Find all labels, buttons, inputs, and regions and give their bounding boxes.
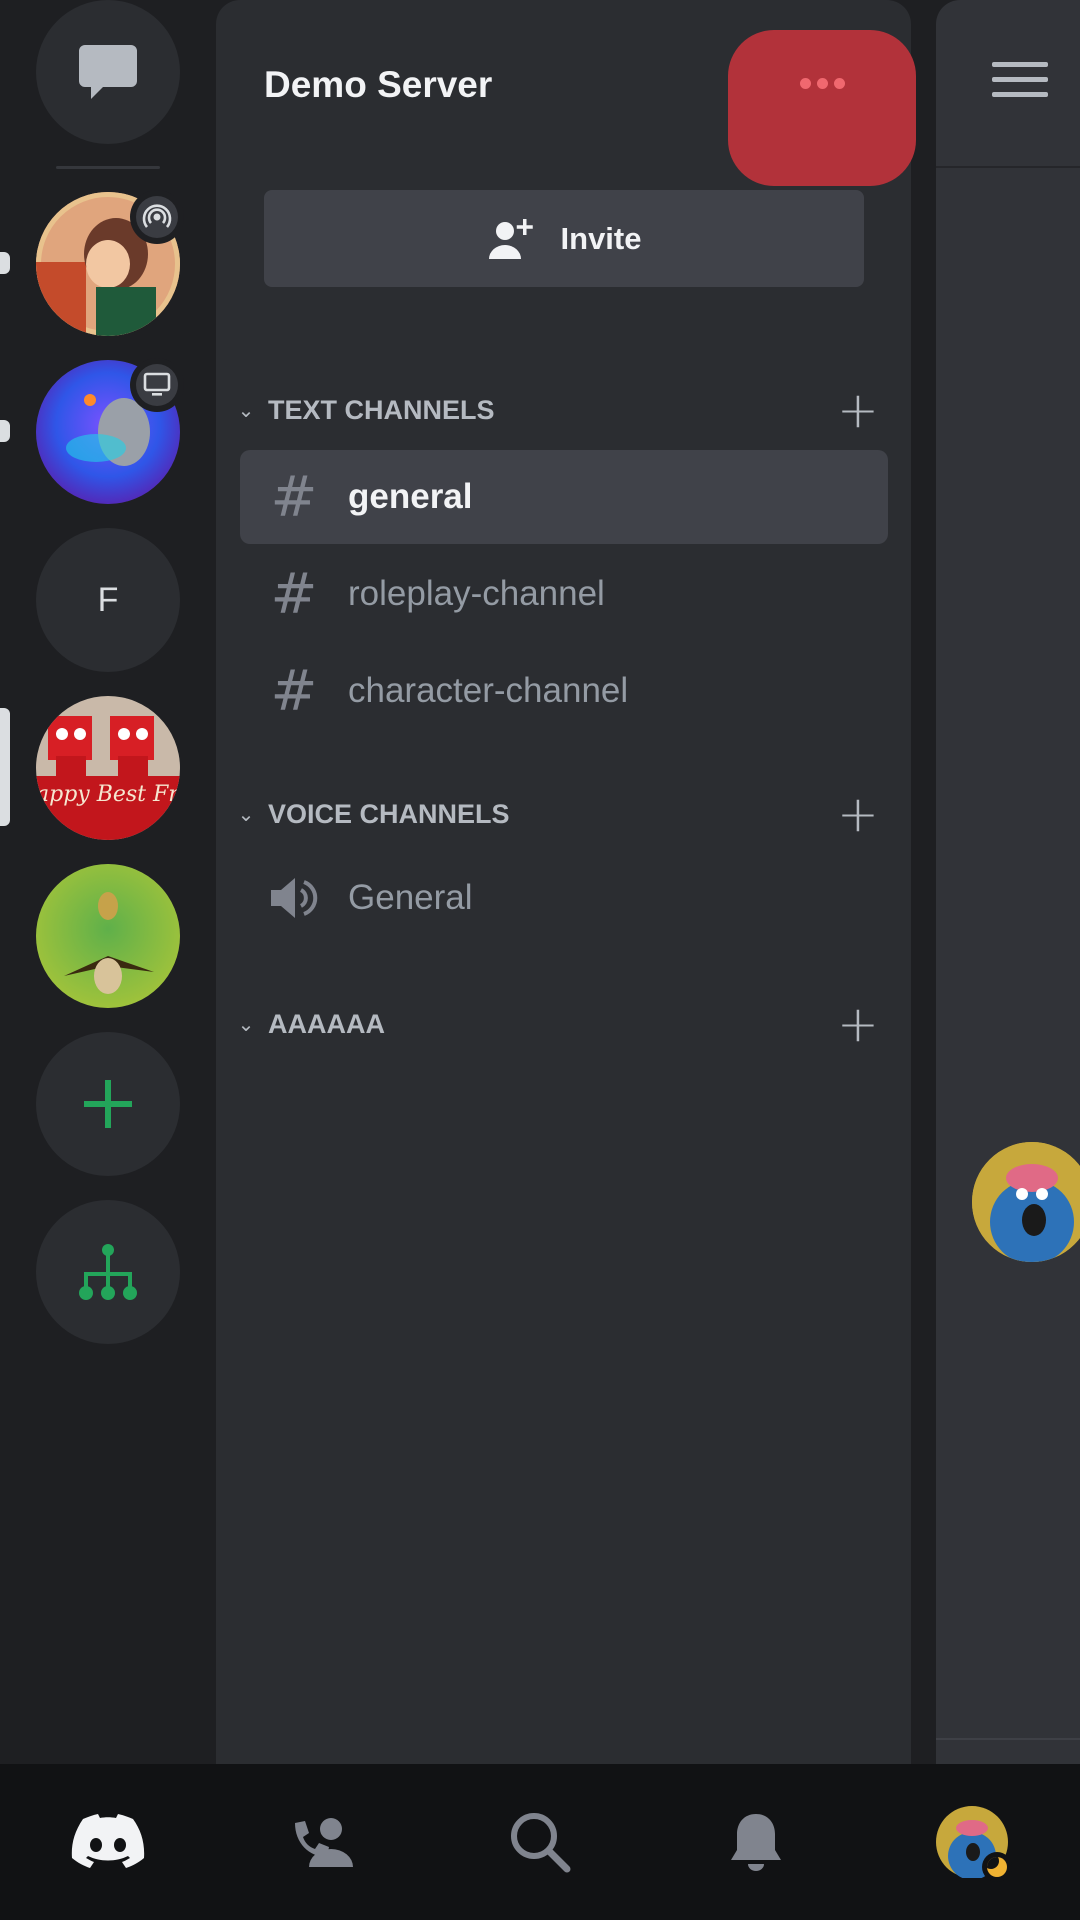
hash-icon: # bbox=[270, 464, 318, 530]
chevron-down-icon: ⌄ bbox=[237, 1012, 255, 1036]
tab-notifications[interactable] bbox=[648, 1764, 864, 1920]
category-aaaaaa[interactable]: ⌄ AAAAAA + bbox=[228, 994, 888, 1054]
composer-divider bbox=[936, 1738, 1080, 1740]
server-name[interactable]: Demo Server bbox=[264, 64, 492, 106]
invite-label: Invite bbox=[560, 220, 642, 256]
direct-messages-button[interactable] bbox=[36, 0, 180, 144]
header-divider bbox=[936, 166, 1080, 168]
invite-button[interactable]: Invite bbox=[264, 190, 864, 287]
avatar bbox=[936, 1806, 1012, 1882]
server-avatar-image bbox=[36, 864, 180, 1008]
unread-indicator bbox=[0, 252, 10, 274]
tab-search[interactable] bbox=[432, 1764, 648, 1920]
status-indicator bbox=[982, 1852, 1012, 1882]
server-rail: F appy Best Friend bbox=[0, 0, 216, 1764]
avatar-image bbox=[972, 1142, 1080, 1262]
channel-general[interactable]: # general bbox=[240, 450, 888, 544]
member-avatar[interactable] bbox=[972, 1142, 1080, 1262]
category-text-channels[interactable]: ⌄ TEXT CHANNELS + bbox=[228, 380, 888, 440]
channel-panel: Demo Server Invite ⌄ TEXT CHANNELS + # g… bbox=[216, 0, 916, 1764]
channel-roleplay[interactable]: # roleplay-channel bbox=[240, 547, 888, 641]
stage-live-badge bbox=[130, 190, 184, 244]
server-icon-letter[interactable]: F bbox=[36, 528, 180, 672]
add-channel-button[interactable]: + bbox=[828, 789, 888, 839]
monitor-icon bbox=[143, 372, 171, 396]
plus-icon bbox=[84, 1080, 132, 1128]
category-voice-channels[interactable]: ⌄ VOICE CHANNELS + bbox=[228, 784, 888, 844]
hash-icon: # bbox=[270, 658, 318, 724]
category-label: AAAAAA bbox=[268, 1008, 385, 1039]
add-channel-button[interactable]: + bbox=[828, 999, 888, 1049]
screen-share-badge bbox=[130, 358, 184, 412]
discord-logo-icon bbox=[71, 1814, 145, 1868]
rail-separator bbox=[56, 166, 160, 169]
hamburger-menu-icon[interactable] bbox=[992, 62, 1048, 107]
chevron-down-icon: ⌄ bbox=[237, 398, 255, 422]
hub-icon bbox=[79, 1244, 137, 1300]
bell-icon bbox=[731, 1814, 781, 1871]
server-icon-5[interactable] bbox=[36, 864, 180, 1008]
add-server-button[interactable] bbox=[36, 1032, 180, 1176]
add-person-icon bbox=[488, 218, 533, 259]
channel-name: General bbox=[348, 878, 473, 917]
friends-icon bbox=[295, 1818, 353, 1867]
bottom-navigation bbox=[0, 1764, 1080, 1920]
channel-character[interactable]: # character-channel bbox=[240, 644, 888, 738]
chevron-down-icon: ⌄ bbox=[237, 802, 255, 826]
more-dot bbox=[833, 78, 845, 89]
tab-profile[interactable] bbox=[864, 1764, 1080, 1920]
chat-panel-peek[interactable] bbox=[936, 0, 1080, 1764]
selected-server-indicator bbox=[0, 708, 10, 826]
category-label: VOICE CHANNELS bbox=[268, 798, 510, 829]
more-dot bbox=[799, 78, 811, 89]
more-dot bbox=[816, 78, 828, 89]
category-label: TEXT CHANNELS bbox=[268, 394, 495, 425]
server-icon-selected[interactable]: appy Best Friend bbox=[36, 696, 180, 840]
chat-bubble-icon bbox=[79, 45, 137, 99]
channel-name: general bbox=[348, 477, 473, 516]
server-initial: F bbox=[97, 580, 119, 619]
unread-indicator bbox=[0, 420, 10, 442]
hash-icon: # bbox=[270, 561, 318, 627]
speaker-icon bbox=[240, 875, 348, 921]
channel-name: roleplay-channel bbox=[348, 574, 605, 613]
channel-name: character-channel bbox=[348, 671, 629, 710]
server-banner-text: appy Best Friend bbox=[36, 782, 180, 807]
server-options-button[interactable] bbox=[728, 30, 916, 186]
tab-home[interactable] bbox=[0, 1764, 216, 1920]
server-avatar-image bbox=[36, 696, 180, 840]
add-channel-button[interactable]: + bbox=[828, 385, 888, 435]
podcast-icon bbox=[142, 204, 172, 228]
search-icon bbox=[511, 1813, 571, 1873]
discover-servers-button[interactable] bbox=[36, 1200, 180, 1344]
tab-friends[interactable] bbox=[216, 1764, 432, 1920]
voice-channel-general[interactable]: General bbox=[240, 851, 888, 945]
